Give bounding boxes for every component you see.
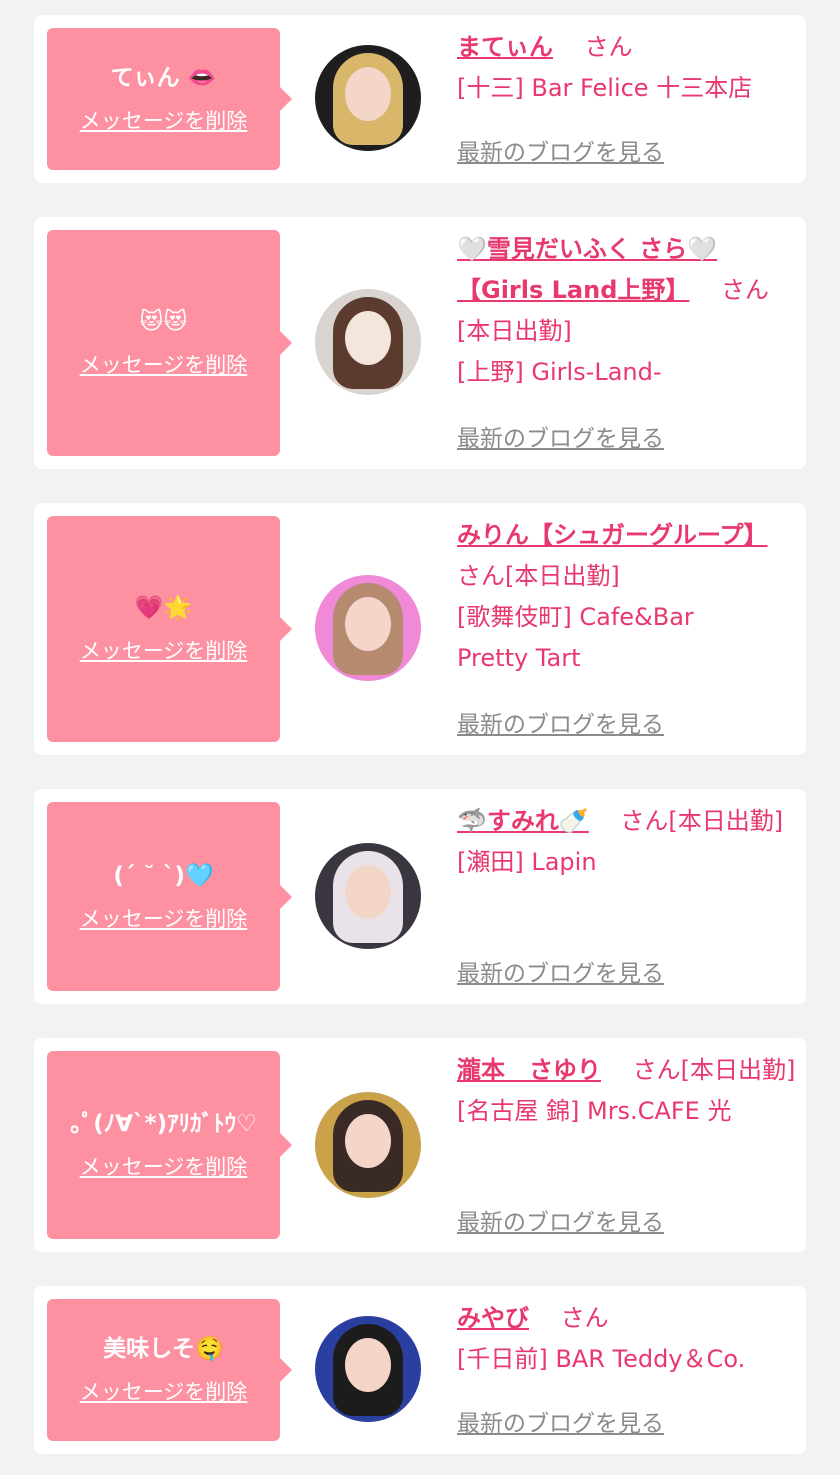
cast-name-link[interactable]: みやび xyxy=(457,1304,529,1332)
shop-line: [歌舞伎町] Cafe&Bar xyxy=(457,603,694,631)
san-suffix: さん xyxy=(632,1056,681,1084)
shop-line: [十三] Bar Felice 十三本店 xyxy=(457,74,753,102)
cast-info: 瀧本 さゆり さん[本日出勤] [名古屋 錦] Mrs.CAFE 光 xyxy=(457,1050,797,1132)
message-bubble: 😻😻 メッセージを削除 xyxy=(47,230,292,456)
message-bubble: (ˊ ˘ ˋ)🩵 メッセージを削除 xyxy=(47,802,292,991)
latest-blog-link[interactable]: 最新のブログを見る xyxy=(457,419,664,453)
avatar-face xyxy=(345,865,391,919)
name-line: みやび さん xyxy=(457,1298,797,1339)
cast-info: みやび さん [千日前] BAR Teddy＆Co. xyxy=(457,1298,797,1380)
cast-info: まてぃん さん [十三] Bar Felice 十三本店 xyxy=(457,27,797,109)
latest-blog-link[interactable]: 最新のブログを見る xyxy=(457,705,664,739)
message-text: ｡ﾟ(ﾉ∀`*)ｱﾘｶﾞﾄｳ♡ xyxy=(70,1111,257,1137)
favorite-card: 💗🌟 メッセージを削除 みりん【シュガーグループ】 さん[本日出勤] [歌舞伎町… xyxy=(34,503,806,755)
delete-message-link[interactable]: メッセージを削除 xyxy=(80,107,248,135)
san-suffix: さん xyxy=(457,562,505,590)
name-line: 🦈すみれ🍼 さん[本日出勤] xyxy=(457,801,797,842)
name-line: みりん【シュガーグループ】 さん[本日出勤] xyxy=(457,515,797,597)
cast-info: みりん【シュガーグループ】 さん[本日出勤] [歌舞伎町] Cafe&Bar P… xyxy=(457,515,797,679)
cast-info: 🦈すみれ🍼 さん[本日出勤] [瀬田] Lapin xyxy=(457,801,797,883)
favorite-card: てぃん 👄 メッセージを削除 まてぃん さん [十三] Bar Felice 十… xyxy=(34,15,806,183)
delete-message-link[interactable]: メッセージを削除 xyxy=(80,1153,248,1181)
shop-line: [千日前] BAR Teddy＆Co. xyxy=(457,1345,746,1373)
avatar-face xyxy=(345,1114,391,1168)
avatar-face xyxy=(345,67,391,121)
favorite-card: (ˊ ˘ ˋ)🩵 メッセージを削除 🦈すみれ🍼 さん[本日出勤] [瀬田] La… xyxy=(34,789,806,1004)
cast-name-link[interactable]: 🦈すみれ🍼 xyxy=(457,807,589,835)
avatar[interactable] xyxy=(315,45,421,151)
san-suffix: さん xyxy=(620,807,669,835)
delete-message-link[interactable]: メッセージを削除 xyxy=(80,637,248,665)
name-line: 瀧本 さゆり さん[本日出勤] xyxy=(457,1050,797,1091)
status-after-name: [本日出勤] xyxy=(505,562,620,590)
message-bubble: ｡ﾟ(ﾉ∀`*)ｱﾘｶﾞﾄｳ♡ メッセージを削除 xyxy=(47,1051,292,1239)
cast-name-link[interactable]: みりん【シュガーグループ】 xyxy=(457,521,768,549)
message-text: 💗🌟 xyxy=(134,595,193,621)
message-bubble: てぃん 👄 メッセージを削除 xyxy=(47,28,292,170)
message-text: てぃん 👄 xyxy=(110,65,217,91)
avatar[interactable] xyxy=(315,843,421,949)
cast-name-link[interactable]: まてぃん xyxy=(457,33,553,61)
message-text: 😻😻 xyxy=(139,309,188,335)
cast-info: 🤍雪見だいふく さら🤍【Girls Land上野】 さん [本日出勤] [上野]… xyxy=(457,229,797,393)
delete-message-link[interactable]: メッセージを削除 xyxy=(80,351,248,379)
shop-line: [上野] Girls-Land- xyxy=(457,358,662,386)
avatar-face xyxy=(345,311,391,365)
latest-blog-link[interactable]: 最新のブログを見る xyxy=(457,954,664,988)
status-after-name: [本日出勤] xyxy=(680,1056,796,1084)
name-line: 🤍雪見だいふく さら🤍【Girls Land上野】 さん xyxy=(457,229,797,311)
delete-message-link[interactable]: メッセージを削除 xyxy=(80,905,248,933)
shop-line: [名古屋 錦] Mrs.CAFE 光 xyxy=(457,1097,732,1125)
latest-blog-link[interactable]: 最新のブログを見る xyxy=(457,133,664,167)
status-after-name: [本日出勤] xyxy=(668,807,784,835)
san-suffix: さん xyxy=(721,276,770,304)
san-suffix: さん xyxy=(584,33,633,61)
cast-name-link[interactable]: 瀧本 さゆり xyxy=(457,1056,601,1084)
avatar-face xyxy=(345,1338,391,1392)
message-text: (ˊ ˘ ˋ)🩵 xyxy=(113,862,214,889)
delete-message-link[interactable]: メッセージを削除 xyxy=(80,1378,248,1406)
shop-line: [瀬田] Lapin xyxy=(457,848,597,876)
cast-name-link[interactable]: 🤍雪見だいふく さら🤍【Girls Land上野】 xyxy=(457,235,717,304)
latest-blog-link[interactable]: 最新のブログを見る xyxy=(457,1404,664,1438)
avatar-face xyxy=(345,597,391,651)
favorite-card: 😻😻 メッセージを削除 🤍雪見だいふく さら🤍【Girls Land上野】 さん… xyxy=(34,217,806,469)
message-text: 美味しそ🤤 xyxy=(103,1336,224,1362)
message-bubble: 💗🌟 メッセージを削除 xyxy=(47,516,292,742)
favorite-card: 美味しそ🤤 メッセージを削除 みやび さん [千日前] BAR Teddy＆Co… xyxy=(34,1286,806,1454)
message-bubble: 美味しそ🤤 メッセージを削除 xyxy=(47,1299,292,1441)
name-line: まてぃん さん xyxy=(457,27,797,68)
favorite-card: ｡ﾟ(ﾉ∀`*)ｱﾘｶﾞﾄｳ♡ メッセージを削除 瀧本 さゆり さん[本日出勤]… xyxy=(34,1038,806,1252)
latest-blog-link[interactable]: 最新のブログを見る xyxy=(457,1203,664,1237)
avatar[interactable] xyxy=(315,575,421,681)
avatar[interactable] xyxy=(315,1092,421,1198)
avatar[interactable] xyxy=(315,289,421,395)
san-suffix: さん xyxy=(560,1304,609,1332)
avatar[interactable] xyxy=(315,1316,421,1422)
shop-name-line: Pretty Tart xyxy=(457,644,581,672)
status-line: [本日出勤] xyxy=(457,317,572,345)
